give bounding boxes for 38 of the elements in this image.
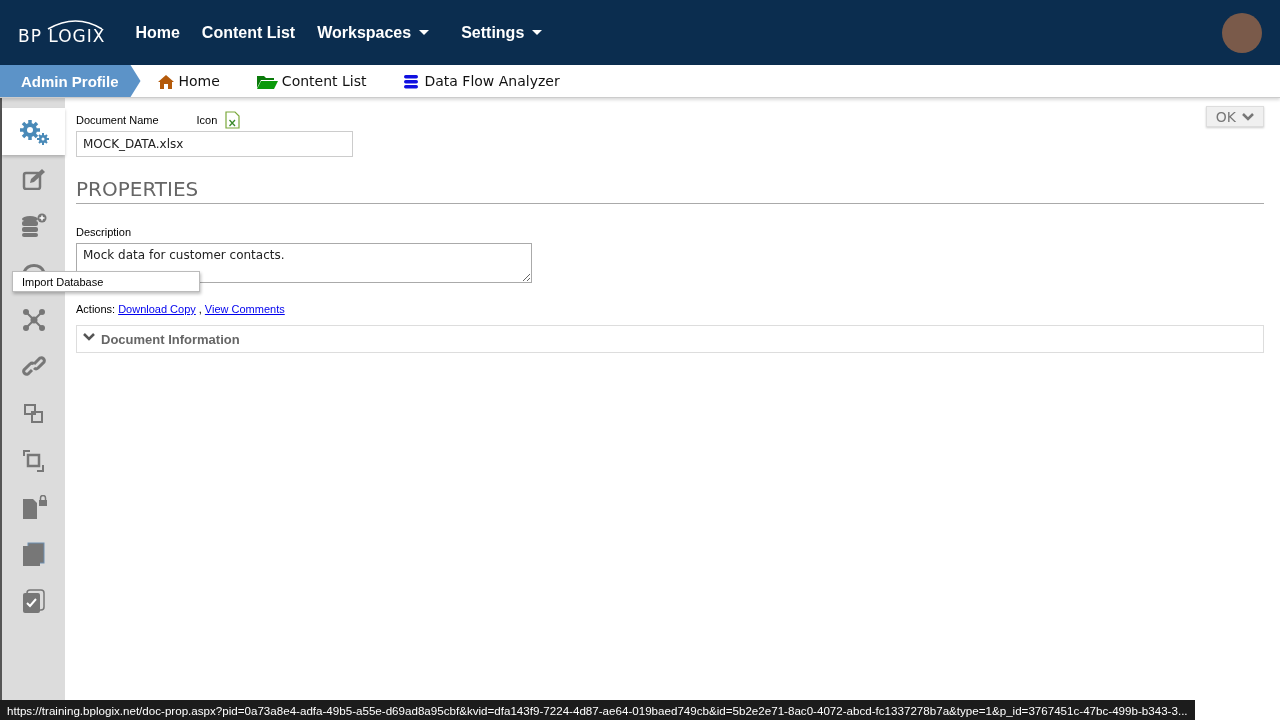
nav-link[interactable]: Home xyxy=(135,23,180,42)
action-link[interactable]: Download Copy xyxy=(118,303,196,315)
database-add-icon xyxy=(20,213,47,238)
nav-link[interactable]: Content List xyxy=(201,23,296,42)
breadcrumb-link[interactable]: Home xyxy=(156,72,220,90)
copies-icon xyxy=(22,542,45,567)
field-label: Document Name xyxy=(76,114,159,126)
section-heading: PROPERTIES xyxy=(76,177,1264,204)
network-icon xyxy=(21,307,46,332)
arc-icon xyxy=(21,262,46,272)
database-icon xyxy=(402,72,421,90)
excel-file-icon xyxy=(225,111,241,129)
file-lock-icon xyxy=(20,495,47,520)
home-icon xyxy=(156,72,175,90)
text-field[interactable]: MOCK_DATA.xlsx xyxy=(76,131,353,157)
checked-copy-icon xyxy=(22,589,45,614)
edit-icon xyxy=(21,167,46,190)
tooltip: Import Database xyxy=(12,271,200,292)
avatar[interactable] xyxy=(1222,12,1262,53)
nav-link[interactable]: Settings xyxy=(461,23,543,42)
breadcrumb-link[interactable]: Content List xyxy=(255,72,367,90)
link-icon xyxy=(21,355,46,378)
field-label: Description xyxy=(76,226,133,238)
separator-text: , xyxy=(198,303,202,315)
nav-link[interactable]: Workspaces xyxy=(317,23,430,42)
chevron-down-icon xyxy=(1242,112,1254,121)
logo-text: BP LOGIX xyxy=(18,25,106,46)
gears-icon xyxy=(17,117,50,146)
squares-icon xyxy=(23,403,44,424)
overlapping-squares-icon xyxy=(22,449,45,472)
status-bar: https://training.bplogix.net/doc-prop.aspx?pid=0a73a8e4-adfa-49b5-a55e-d69ad8a95cbf&kvid=dfa143f9-7224-4d87-ae64-019baed749cb&id=5b2e2e71-8ac0-4072-abcd-fc1337278b7a&type=1&p_id=3767451c-47bc-499b-b343-3... xyxy=(0,700,1195,720)
sidebar-tab[interactable] xyxy=(2,108,65,155)
field-label: Icon xyxy=(196,114,218,126)
breadcrumb-link[interactable]: Data Flow Analyzer xyxy=(402,72,560,90)
action-link[interactable]: View Comments xyxy=(204,303,285,315)
ok-button[interactable]: OK xyxy=(1205,106,1264,127)
collapsible-panel[interactable]: Document Information xyxy=(76,325,1264,353)
actions-label: Actions: xyxy=(76,303,116,315)
